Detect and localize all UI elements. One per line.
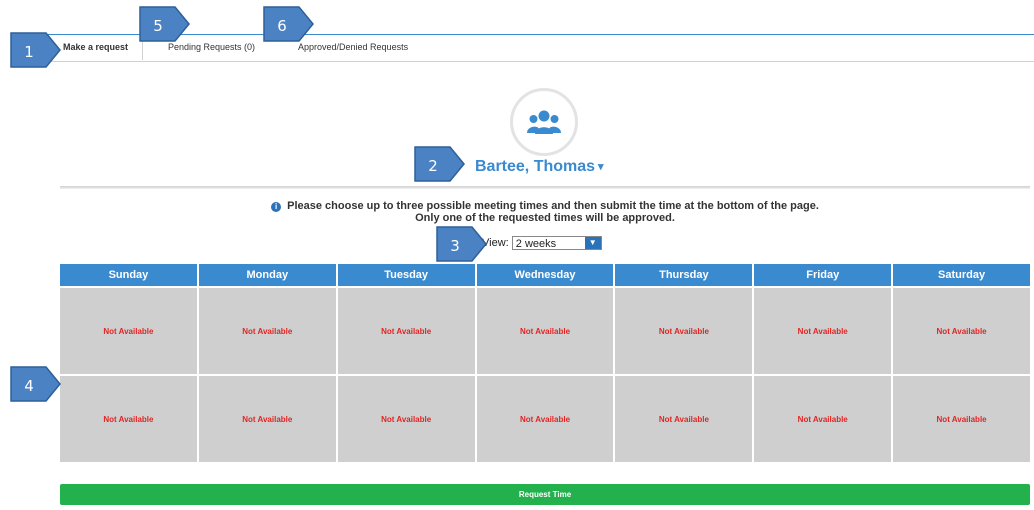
day-cell[interactable]: Not Available	[198, 376, 338, 462]
day-cell[interactable]: Not Available	[60, 376, 199, 462]
view-control: View: 2 weeks ▼	[482, 236, 602, 250]
callout-marker-3: 3	[436, 226, 488, 262]
users-icon	[527, 110, 561, 134]
person-selector[interactable]: Bartee, Thomas ▾	[475, 158, 604, 176]
day-header-thursday: Thursday	[615, 264, 755, 286]
dropdown-arrow-icon: ▼	[584, 237, 601, 249]
day-header-saturday: Saturday	[893, 264, 1031, 286]
day-cell[interactable]: Not Available	[476, 288, 616, 374]
instructions-line-1: Please choose up to three possible meeti…	[287, 200, 819, 212]
callout-marker-5: 5	[139, 6, 191, 42]
tab-bar: Make a request Pending Requests (0) Appr…	[48, 34, 1034, 62]
view-selected-value: 2 weeks	[515, 238, 557, 250]
day-cell[interactable]: Not Available	[754, 288, 894, 374]
day-cell[interactable]: Not Available	[60, 288, 199, 374]
day-header-sunday: Sunday	[60, 264, 199, 286]
instructions: i Please choose up to three possible meet…	[60, 200, 1030, 224]
instructions-line-2: Only one of the requested times will be …	[415, 212, 675, 224]
avatar	[510, 88, 578, 156]
day-cell[interactable]: Not Available	[337, 376, 477, 462]
tab-make-request[interactable]: Make a request	[48, 35, 144, 60]
info-icon: i	[271, 202, 282, 212]
day-cell[interactable]: Not Available	[615, 376, 755, 462]
callout-marker-4: 4	[10, 366, 62, 402]
request-time-button[interactable]: Request Time	[60, 484, 1030, 505]
calendar-header: Sunday Monday Tuesday Wednesday Thursday…	[60, 264, 1031, 286]
day-cell[interactable]: Not Available	[754, 376, 894, 462]
calendar-week-row: Not Available Not Available Not Availabl…	[60, 288, 1031, 374]
day-header-tuesday: Tuesday	[337, 264, 477, 286]
divider	[60, 186, 1030, 189]
view-select[interactable]: 2 weeks ▼	[511, 236, 602, 250]
day-cell[interactable]: Not Available	[893, 376, 1031, 462]
callout-marker-6: 6	[263, 6, 315, 42]
caret-down-icon: ▾	[598, 161, 604, 174]
day-cell[interactable]: Not Available	[476, 376, 616, 462]
day-header-friday: Friday	[754, 264, 894, 286]
day-cell[interactable]: Not Available	[337, 288, 477, 374]
callout-marker-2: 2	[414, 146, 466, 182]
callout-marker-1: 1	[10, 32, 62, 68]
calendar: Sunday Monday Tuesday Wednesday Thursday…	[60, 264, 1031, 462]
day-cell[interactable]: Not Available	[893, 288, 1031, 374]
calendar-week-row: Not Available Not Available Not Availabl…	[60, 376, 1031, 462]
day-cell[interactable]: Not Available	[615, 288, 755, 374]
day-header-monday: Monday	[198, 264, 338, 286]
day-cell[interactable]: Not Available	[198, 288, 338, 374]
person-name: Bartee, Thomas	[475, 158, 596, 175]
day-header-wednesday: Wednesday	[476, 264, 616, 286]
